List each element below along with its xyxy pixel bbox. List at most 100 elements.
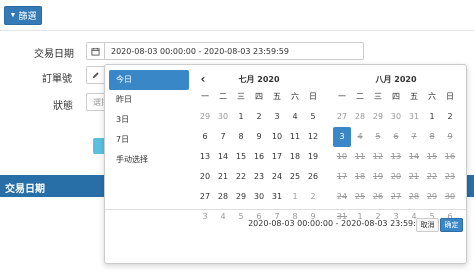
- filter-button[interactable]: ▼ 篩選: [4, 6, 42, 25]
- calendar-day: 23: [444, 172, 456, 181]
- calendar-day: 27: [336, 112, 348, 121]
- filter-icon: ▼: [9, 12, 17, 19]
- right-month-grid: 一二三四五六日 27 28 29 30 31 1 2 3 4 5 6 7 8 9 10 11 12 13 14 15 16…: [333, 87, 458, 227]
- section-title: 交易日期: [5, 184, 45, 195]
- calendar-day[interactable]: 1: [286, 187, 304, 207]
- calendar-day: 8: [429, 132, 435, 141]
- calendar-day[interactable]: 31: [268, 187, 286, 207]
- calendar-day[interactable]: 23: [250, 167, 268, 187]
- left-month-title: 七月 2020: [238, 74, 280, 84]
- apply-button[interactable]: 确定: [440, 218, 463, 232]
- calendar-day: 10: [336, 152, 348, 161]
- calendar-day: 22: [426, 172, 438, 181]
- calendar-day[interactable]: 21: [214, 167, 232, 187]
- prev-month-icon[interactable]: ‹: [197, 71, 209, 87]
- calendar-day[interactable]: 16: [250, 147, 268, 167]
- calendar-day: 31: [408, 112, 420, 121]
- toolbar-divider: [0, 30, 474, 31]
- calendar-day: 26: [372, 192, 384, 201]
- date-range-value: 2020-08-03 00:00:00 - 2020-08-03 23:59:5…: [111, 46, 289, 56]
- left-month-grid: 一二三四五六日 29 30 1 2 3 4 5 6 7 8 9 10 11 12 13 14 15 16 17 18 19…: [196, 87, 321, 227]
- selected-range-text: 2020-08-03 00:00:00 - 2020-08-03 23:59:5…: [248, 219, 426, 228]
- calendar-day[interactable]: 1: [423, 107, 441, 127]
- calendar-day[interactable]: 10: [268, 127, 286, 147]
- calendar-day[interactable]: 29: [196, 107, 214, 127]
- calendar-day[interactable]: 26: [304, 167, 322, 187]
- calendar-day: 27: [390, 192, 402, 201]
- range-item[interactable]: 手动选择: [109, 150, 189, 170]
- calendar-day[interactable]: 9: [250, 127, 268, 147]
- calendar-day[interactable]: 30: [214, 107, 232, 127]
- calendar-day: 19: [372, 172, 384, 181]
- calendar-day[interactable]: 2: [250, 107, 268, 127]
- calendar-day[interactable]: 18: [286, 147, 304, 167]
- range-item[interactable]: 3日: [109, 110, 189, 130]
- calendar-day: 4: [357, 132, 363, 141]
- calendar-day[interactable]: 12: [304, 127, 322, 147]
- calendar-day[interactable]: 2: [304, 187, 322, 207]
- calendar-day[interactable]: 6: [196, 127, 214, 147]
- calendar-day[interactable]: 22: [232, 167, 250, 187]
- calendar-day[interactable]: 13: [196, 147, 214, 167]
- calendar-day[interactable]: 5: [304, 107, 322, 127]
- calendar-day[interactable]: 17: [268, 147, 286, 167]
- calendar-day[interactable]: 8: [232, 127, 250, 147]
- calendar-day: 29: [426, 192, 438, 201]
- calendar-day: 6: [393, 132, 399, 141]
- calendar-day[interactable]: 7: [214, 127, 232, 147]
- calendar-day: 21: [408, 172, 420, 181]
- weekday-header: 六: [291, 92, 299, 101]
- date-range-picker: 今日 昨日 3日 7日 手动选择 ‹ 七月 2020 一二三四五六日 29 30 1 2 3 4 5 6…: [104, 64, 467, 264]
- calendar-day: 5: [375, 132, 381, 141]
- calendar-day[interactable]: 1: [232, 107, 250, 127]
- weekday-header: 三: [374, 92, 382, 101]
- calendar-day[interactable]: 27: [196, 187, 214, 207]
- range-item[interactable]: 7日: [109, 130, 189, 150]
- order-field-label: 訂單號: [42, 74, 72, 85]
- calendar-day[interactable]: 11: [286, 127, 304, 147]
- calendar-day[interactable]: 2: [441, 107, 459, 127]
- calendar-day: 28: [354, 112, 366, 121]
- calendar-day: 30: [444, 192, 456, 201]
- calendar-day[interactable]: 25: [286, 167, 304, 187]
- weekday-header: 一: [201, 92, 209, 101]
- calendar-day[interactable]: 3: [268, 107, 286, 127]
- weekday-header: 六: [428, 92, 436, 101]
- calendar-left: ‹ 七月 2020 一二三四五六日 29 30 1 2 3 4 5 6 7 8 9 10 11 12 13 14…: [197, 71, 321, 227]
- weekday-header: 日: [309, 92, 317, 101]
- weekday-header: 四: [392, 92, 400, 101]
- picker-footer: 2020-08-03 00:00:00 - 2020-08-03 23:59:5…: [105, 209, 466, 264]
- calendar-day[interactable]: 3: [333, 127, 351, 147]
- cancel-button[interactable]: 取消: [416, 218, 439, 232]
- calendar-day: 17: [336, 172, 348, 181]
- weekday-header: 五: [410, 92, 418, 101]
- calendar-day: 28: [408, 192, 420, 201]
- range-list: 今日 昨日 3日 7日 手动选择: [109, 70, 189, 170]
- calendar-day[interactable]: 19: [304, 147, 322, 167]
- calendar-day: 20: [390, 172, 402, 181]
- calendar-day[interactable]: 24: [268, 167, 286, 187]
- weekday-header: 三: [237, 92, 245, 101]
- calendar-day: 29: [372, 112, 384, 121]
- calendar-day: 15: [426, 152, 438, 161]
- calendar-day[interactable]: 28: [214, 187, 232, 207]
- calendar-right: 八月 2020 一二三四五六日 27 28 29 30 31 1 2 3 4 5 6 7 8 9 10 11 12…: [333, 71, 458, 227]
- calendar-day[interactable]: 20: [196, 167, 214, 187]
- range-item[interactable]: 今日: [109, 70, 189, 90]
- calendar-day: 9: [447, 132, 453, 141]
- calendar-day[interactable]: 29: [232, 187, 250, 207]
- date-field-label: 交易日期: [34, 49, 74, 60]
- calendar-day[interactable]: 30: [250, 187, 268, 207]
- calendar-day[interactable]: 14: [214, 147, 232, 167]
- calendar-day: 25: [354, 192, 366, 201]
- weekday-header: 四: [255, 92, 263, 101]
- calendar-day[interactable]: 4: [286, 107, 304, 127]
- weekday-header: 二: [356, 92, 364, 101]
- calendar-day: 7: [411, 132, 417, 141]
- weekday-header: 日: [446, 92, 454, 101]
- calendar-day[interactable]: 15: [232, 147, 250, 167]
- pencil-icon: [87, 67, 105, 83]
- range-item[interactable]: 昨日: [109, 90, 189, 110]
- calendar-day: 11: [354, 152, 366, 161]
- date-range-input[interactable]: 2020-08-03 00:00:00 - 2020-08-03 23:59:5…: [86, 42, 364, 60]
